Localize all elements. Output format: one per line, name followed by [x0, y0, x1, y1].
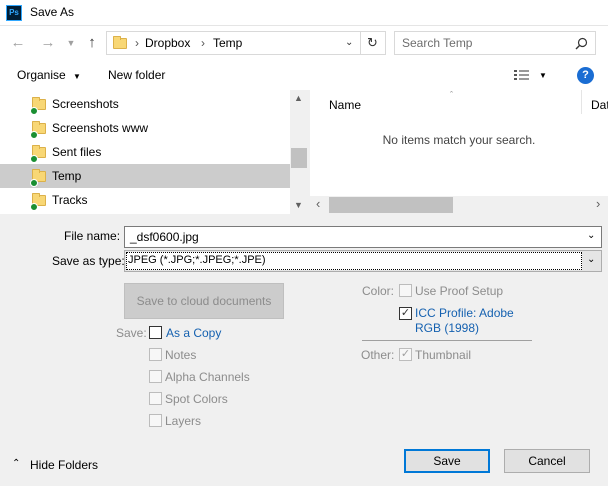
save-as-type-chevron-icon[interactable]: ⌄	[587, 254, 595, 265]
search-icon[interactable]	[575, 37, 588, 50]
use-proof-setup-checkbox[interactable]	[399, 284, 412, 297]
save-as-type-text: JPEG (*.JPG;*.JPEG;*.JPE)	[128, 254, 266, 266]
address-history-chevron-icon[interactable]: ⌄	[345, 37, 353, 48]
hide-folders-chevron-icon[interactable]: ⌃	[12, 458, 20, 469]
tree-item-temp[interactable]: Temp	[0, 164, 290, 188]
search-input[interactable]: Search Temp	[402, 36, 472, 50]
cancel-button[interactable]: Cancel	[504, 449, 590, 473]
back-arrow-icon[interactable]: ←	[8, 33, 28, 53]
tree-item-label: Screenshots	[52, 97, 119, 111]
other-options-label: Other:	[361, 348, 395, 362]
icc-profile-label-line1[interactable]: ICC Profile: Adobe	[415, 306, 514, 320]
column-header-date[interactable]: Dat	[591, 98, 608, 112]
photoshop-app-icon: Ps	[6, 5, 22, 21]
breadcrumb-separator-icon: ›	[201, 36, 205, 50]
as-a-copy-label[interactable]: As a Copy	[166, 326, 221, 340]
layers-checkbox[interactable]	[149, 414, 162, 427]
column-divider	[581, 90, 582, 114]
options-divider	[362, 340, 532, 341]
sort-up-icon: ˆ	[450, 90, 453, 100]
use-proof-setup-label: Use Proof Setup	[415, 284, 504, 298]
organise-menu[interactable]: Organise ▼	[17, 68, 81, 82]
tree-item-label: Temp	[52, 169, 82, 183]
sync-check-icon	[30, 179, 38, 187]
as-a-copy-checkbox[interactable]	[149, 326, 162, 339]
tree-item-label: Screenshots www	[52, 121, 149, 135]
view-options-icon[interactable]	[513, 68, 531, 82]
breadcrumb-separator-icon: ›	[135, 36, 139, 50]
alpha-channels-checkbox[interactable]	[149, 370, 162, 383]
help-icon[interactable]: ?	[577, 67, 594, 84]
alpha-channels-label: Alpha Channels	[165, 370, 250, 384]
file-list-scrollbar[interactable]: ‹ ›	[310, 196, 608, 214]
refresh-icon[interactable]: ↻	[367, 35, 378, 51]
file-name-label: File name:	[64, 229, 121, 243]
icc-profile-label-line2[interactable]: RGB (1998)	[415, 321, 479, 335]
forward-arrow-icon[interactable]: →	[38, 33, 58, 53]
notes-checkbox[interactable]	[149, 348, 162, 361]
up-arrow-icon[interactable]: ↑	[82, 33, 102, 53]
spot-colors-label: Spot Colors	[165, 392, 228, 406]
tree-item-screenshots-www[interactable]: Screenshots www	[0, 116, 290, 140]
notes-label: Notes	[165, 348, 197, 362]
search-box[interactable]: Search Temp	[394, 31, 596, 55]
address-bar[interactable]: › Dropbox › Temp ⌄ ↻	[106, 31, 386, 55]
checkmark-icon: ✓	[400, 307, 411, 319]
scrollbar-thumb[interactable]	[291, 148, 307, 168]
layers-label: Layers	[165, 414, 202, 428]
breadcrumb-temp[interactable]: Temp	[213, 36, 242, 50]
tree-item-label: Tracks	[52, 193, 88, 207]
scroll-up-icon[interactable]: ▲	[294, 93, 303, 103]
thumbnail-label: Thumbnail	[415, 348, 472, 362]
tree-item-label: Sent files	[52, 145, 102, 159]
empty-message: No items match your search.	[382, 133, 536, 147]
recent-locations-chevron-icon[interactable]: ▼	[61, 33, 81, 53]
icc-profile-checkbox[interactable]: ✓	[399, 307, 412, 320]
tree-item-tracks[interactable]: Tracks	[0, 188, 290, 212]
scrollbar-thumb[interactable]	[329, 197, 453, 213]
file-name-input[interactable]: _dsf0600.jpg	[130, 230, 199, 244]
address-divider	[360, 32, 361, 54]
save-as-type-label: Save as type:	[52, 254, 125, 268]
spot-colors-checkbox[interactable]	[149, 392, 162, 405]
title-bar: Ps Save As	[0, 0, 608, 26]
sync-check-icon	[30, 131, 38, 139]
tree-item-screenshots[interactable]: Screenshots	[0, 92, 290, 116]
folder-icon	[113, 36, 127, 49]
file-name-chevron-icon[interactable]: ⌄	[587, 230, 595, 241]
column-header-name[interactable]: Name	[329, 98, 361, 112]
window-title: Save As	[30, 5, 75, 19]
save-options-label: Save:	[116, 326, 147, 340]
scroll-down-icon[interactable]: ▼	[294, 200, 303, 210]
scroll-left-icon[interactable]: ‹	[316, 196, 320, 211]
color-options-label: Color:	[362, 284, 395, 298]
thumbnail-checkbox[interactable]: ✓	[399, 348, 412, 361]
tree-scrollbar[interactable]: ▲ ▼	[290, 90, 308, 214]
view-chevron-down-icon[interactable]: ▼	[539, 71, 547, 80]
save-to-cloud-button[interactable]: Save to cloud documents	[124, 283, 284, 319]
hide-folders-button[interactable]: Hide Folders	[30, 458, 98, 472]
navigation-pane: Screenshots Screenshots www Sent files T…	[0, 90, 308, 214]
breadcrumb-dropbox[interactable]: Dropbox	[145, 36, 190, 50]
tree-item-sent-files[interactable]: Sent files	[0, 140, 290, 164]
new-folder-button[interactable]: New folder	[108, 68, 165, 82]
scroll-right-icon[interactable]: ›	[596, 196, 600, 211]
sync-check-icon	[30, 203, 38, 211]
sync-check-icon	[30, 107, 38, 115]
checkmark-icon: ✓	[400, 348, 411, 360]
sync-check-icon	[30, 155, 38, 163]
organise-label: Organise	[17, 68, 66, 82]
save-button[interactable]: Save	[404, 449, 490, 473]
chevron-down-icon: ▼	[73, 72, 81, 81]
save-as-type-value[interactable]: JPEG (*.JPG;*.JPEG;*.JPE)	[126, 252, 582, 270]
file-name-field[interactable]: _dsf0600.jpg ⌄	[124, 226, 602, 248]
